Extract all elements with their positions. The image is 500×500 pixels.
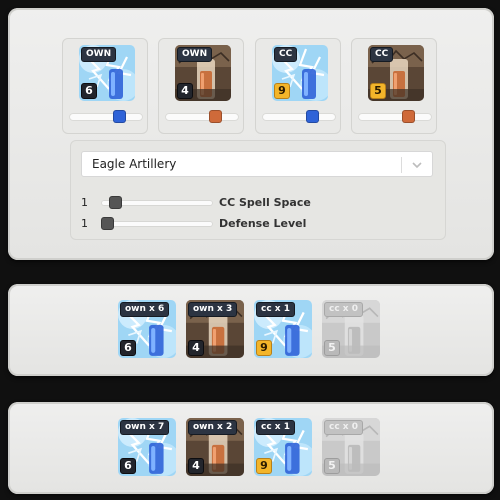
spell-level-badge: 5 (324, 458, 340, 474)
chevron-down-icon[interactable] (410, 158, 424, 172)
spell-card-cc-earthquake[interactable]: CC 5 (351, 38, 437, 134)
spell-settings-panel: OWN 6 OWN 4 CC 9 CC 5 Eagle Artillery 1 (8, 8, 494, 260)
combo-spell-tile: cc x 0 5 (322, 300, 380, 358)
spell-level-badge: 9 (256, 458, 272, 474)
slider-knob[interactable] (305, 110, 319, 123)
combo-spell-tile: own x 3 4 (186, 300, 244, 358)
spell-level-badge: 4 (177, 83, 193, 99)
spell-count-tag: own x 6 (120, 302, 170, 317)
cc-spell-space-label: CC Spell Space (219, 196, 311, 209)
spell-count-slider[interactable] (69, 110, 143, 123)
defense-level-slider[interactable] (101, 217, 213, 230)
spell-level-badge: 5 (324, 340, 340, 356)
slider-knob[interactable] (112, 110, 126, 123)
cc-spell-space-row: 1 CC Spell Space (81, 195, 441, 211)
select-divider (401, 157, 402, 173)
spell-level-badge: 5 (370, 83, 386, 99)
spell-count-slider[interactable] (262, 110, 336, 123)
combo-spell-tile: own x 6 6 (118, 300, 176, 358)
defense-level-row: 1 Defense Level (81, 216, 441, 232)
spell-count-tag: own x 3 (188, 302, 238, 317)
spell-level-badge: 6 (120, 340, 136, 356)
combo-spell-tile: own x 7 6 (118, 418, 176, 476)
slider-knob[interactable] (208, 110, 222, 123)
spell-count-slider[interactable] (165, 110, 239, 123)
spell-level-badge: 6 (120, 458, 136, 474)
defense-select[interactable]: Eagle Artillery (81, 151, 433, 177)
lightning-spell-icon: OWN 6 (79, 45, 135, 101)
spell-count-tag: cc x 0 (324, 302, 364, 317)
spell-level-badge: 4 (188, 340, 204, 356)
spell-card-own-earthquake[interactable]: OWN 4 (158, 38, 244, 134)
spell-card-cc-lightning[interactable]: CC 9 (255, 38, 341, 134)
spell-card-own-lightning[interactable]: OWN 6 (62, 38, 148, 134)
spell-level-badge: 9 (256, 340, 272, 356)
cc-spell-space-slider[interactable] (101, 196, 213, 209)
spell-count-tag: own x 2 (188, 420, 238, 435)
combo-spell-tile: cc x 0 5 (322, 418, 380, 476)
spell-count-tag: own x 7 (120, 420, 170, 435)
spell-count-tag: cc x 1 (256, 302, 296, 317)
spell-count-tag: cc x 1 (256, 420, 296, 435)
spell-count-slider[interactable] (358, 110, 432, 123)
spell-level-badge: 9 (274, 83, 290, 99)
spell-count-tag: cc x 0 (324, 420, 364, 435)
slider-knob[interactable] (401, 110, 415, 123)
defense-level-value: 1 (81, 217, 88, 230)
combo-spell-tile: cc x 1 9 (254, 300, 312, 358)
earthquake-spell-icon: CC 5 (368, 45, 424, 101)
spell-source-tag: OWN (177, 47, 213, 62)
spell-source-tag: CC (370, 47, 394, 62)
defense-level-label: Defense Level (219, 217, 307, 230)
combo-spell-tile: own x 2 4 (186, 418, 244, 476)
spell-combo-panel: own x 7 6 own x 2 4 cc x 1 9 cc x 0 5 (8, 402, 494, 494)
slider-knob[interactable] (108, 196, 122, 209)
spell-level-badge: 4 (188, 458, 204, 474)
cc-spell-space-value: 1 (81, 196, 88, 209)
spell-combo-panel: own x 6 6 own x 3 4 cc x 1 9 cc x 0 5 (8, 284, 494, 376)
defense-select-value: Eagle Artillery (92, 157, 177, 171)
spell-source-tag: CC (274, 47, 298, 62)
defense-settings: Eagle Artillery 1 CC Spell Space 1 Defen… (70, 140, 446, 240)
spell-source-tag: OWN (81, 47, 117, 62)
spell-level-badge: 6 (81, 83, 97, 99)
slider-knob[interactable] (101, 217, 114, 230)
earthquake-spell-icon: OWN 4 (175, 45, 231, 101)
lightning-spell-icon: CC 9 (272, 45, 328, 101)
combo-spell-tile: cc x 1 9 (254, 418, 312, 476)
